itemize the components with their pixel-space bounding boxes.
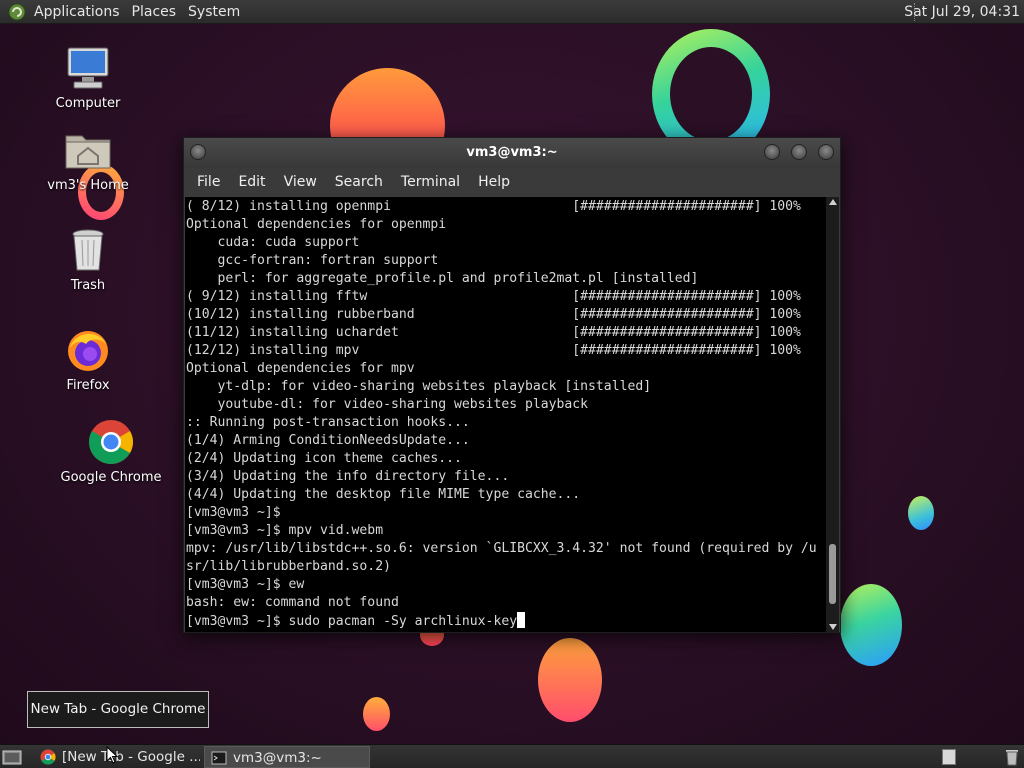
terminal-line: youtube-dl: for video-sharing websites p… — [186, 397, 589, 412]
clock[interactable]: Sat Jul 29, 04:31 — [904, 0, 1020, 24]
terminal-line: sr/lib/librubberband.so.2) — [186, 559, 391, 574]
scroll-up-arrow-icon[interactable] — [829, 199, 837, 205]
terminal-line: perl: for aggregate_profile.pl and profi… — [186, 271, 699, 286]
desktop-icon-firefox[interactable]: Firefox — [33, 326, 143, 393]
trash-applet-icon[interactable] — [1004, 748, 1020, 766]
applications-menu[interactable]: Applications — [28, 0, 126, 24]
mouse-pointer-icon — [106, 746, 118, 764]
desktop-icon-home[interactable]: vm3's Home — [33, 126, 143, 193]
desktop-icon-trash[interactable]: Trash — [33, 226, 143, 293]
taskbar-item-label: vm3@vm3:~ — [233, 750, 322, 766]
home-folder-icon — [65, 135, 111, 169]
terminal-line: (4/4) Updating the desktop file MIME typ… — [186, 487, 581, 502]
firefox-icon — [68, 331, 108, 371]
terminal-line: Optional dependencies for openmpi — [186, 217, 447, 232]
terminal-line: ( 8/12) installing openmpi [############… — [186, 199, 801, 214]
wallpaper-green-blob — [840, 584, 902, 666]
desktop-icon-computer[interactable]: Computer — [33, 44, 143, 111]
terminal-icon — [211, 751, 227, 765]
taskbar-item-terminal[interactable]: vm3@vm3:~ — [204, 746, 370, 768]
taskbar-tooltip: New Tab - Google Chrome — [27, 691, 209, 728]
terminal-window[interactable]: vm3@vm3:~ File Edit View Search Terminal… — [183, 137, 841, 633]
menu-terminal[interactable]: Terminal — [392, 168, 469, 196]
wallpaper-small-orange-blob — [363, 697, 390, 731]
distro-logo-icon[interactable] — [6, 1, 28, 23]
menu-help[interactable]: Help — [469, 168, 519, 196]
terminal-line: cuda: cuda support — [186, 235, 360, 250]
terminal-line: (2/4) Updating icon theme caches... — [186, 451, 462, 466]
desktop-icon-label: Computer — [55, 96, 121, 111]
terminal-scrollbar[interactable] — [826, 197, 839, 632]
terminal-line: gcc-fortran: fortran support — [186, 253, 439, 268]
menu-file[interactable]: File — [188, 168, 229, 196]
menu-edit[interactable]: Edit — [229, 168, 274, 196]
desktop-icon-label: Google Chrome — [60, 470, 162, 485]
terminal-output[interactable]: ( 8/12) installing openmpi [############… — [185, 197, 827, 632]
terminal-line: ( 9/12) installing fftw [###############… — [186, 289, 801, 304]
terminal-line: (10/12) installing rubberband [#########… — [186, 307, 801, 322]
terminal-line: :: Running post-transaction hooks... — [186, 415, 470, 430]
scroll-down-arrow-icon[interactable] — [829, 624, 837, 630]
chrome-icon — [89, 420, 133, 464]
maximize-button[interactable] — [791, 144, 807, 160]
terminal-line: (1/4) Arming ConditionNeedsUpdate... — [186, 433, 470, 448]
window-menu-button[interactable] — [190, 144, 206, 160]
close-button[interactable] — [818, 144, 834, 160]
terminal-menubar: File Edit View Search Terminal Help — [184, 168, 840, 196]
terminal-titlebar[interactable]: vm3@vm3:~ — [184, 138, 840, 168]
computer-icon — [67, 47, 109, 89]
terminal-line: mpv: /usr/lib/libstdc++.so.6: version `G… — [186, 541, 817, 556]
terminal-line: [vm3@vm3 ~]$ ew — [186, 577, 305, 592]
top-panel: Applications Places System Sat Jul 29, 0… — [0, 0, 1024, 24]
trash-icon — [72, 229, 104, 271]
terminal-line: yt-dlp: for video-sharing websites playb… — [186, 379, 652, 394]
wallpaper-orange-blob-bottom — [538, 638, 602, 722]
window-title: vm3@vm3:~ — [466, 145, 558, 160]
menu-view[interactable]: View — [275, 168, 326, 196]
wallpaper-small-green-blob — [908, 496, 934, 530]
show-desktop-icon[interactable] — [2, 748, 22, 766]
terminal-line: [vm3@vm3 ~]$ — [186, 505, 281, 520]
desktop-icon-label: vm3's Home — [47, 178, 129, 193]
menu-search[interactable]: Search — [326, 168, 392, 196]
bottom-panel: [New Tab - Google ... vm3@vm3:~ — [0, 744, 1024, 768]
chrome-icon — [40, 749, 56, 765]
scrollbar-thumb[interactable] — [829, 544, 836, 605]
terminal-prompt-line[interactable]: [vm3@vm3 ~]$ sudo pacman -Sy archlinux-k… — [186, 612, 827, 630]
desktop-icon-label: Trash — [70, 278, 106, 293]
terminal-line: [vm3@vm3 ~]$ mpv vid.webm — [186, 523, 384, 538]
desktop-icon-google-chrome[interactable]: Google Chrome — [56, 418, 166, 485]
terminal-line: (12/12) installing mpv [################… — [186, 343, 801, 358]
terminal-prompt-text: [vm3@vm3 ~]$ sudo pacman -Sy archlinux-k… — [186, 614, 518, 629]
minimize-button[interactable] — [764, 144, 780, 160]
terminal-line: (3/4) Updating the info directory file..… — [186, 469, 510, 484]
desktop-icon-label: Firefox — [66, 378, 110, 393]
text-cursor — [517, 612, 526, 628]
taskbar-item-label: [New Tab - Google ... — [62, 749, 200, 765]
terminal-line: bash: ew: command not found — [186, 595, 399, 610]
places-menu[interactable]: Places — [126, 0, 183, 24]
terminal-line: (11/12) installing uchardet [###########… — [186, 325, 801, 340]
system-menu[interactable]: System — [182, 0, 246, 24]
workspace-switcher[interactable] — [942, 749, 956, 765]
terminal-line: Optional dependencies for mpv — [186, 361, 415, 376]
